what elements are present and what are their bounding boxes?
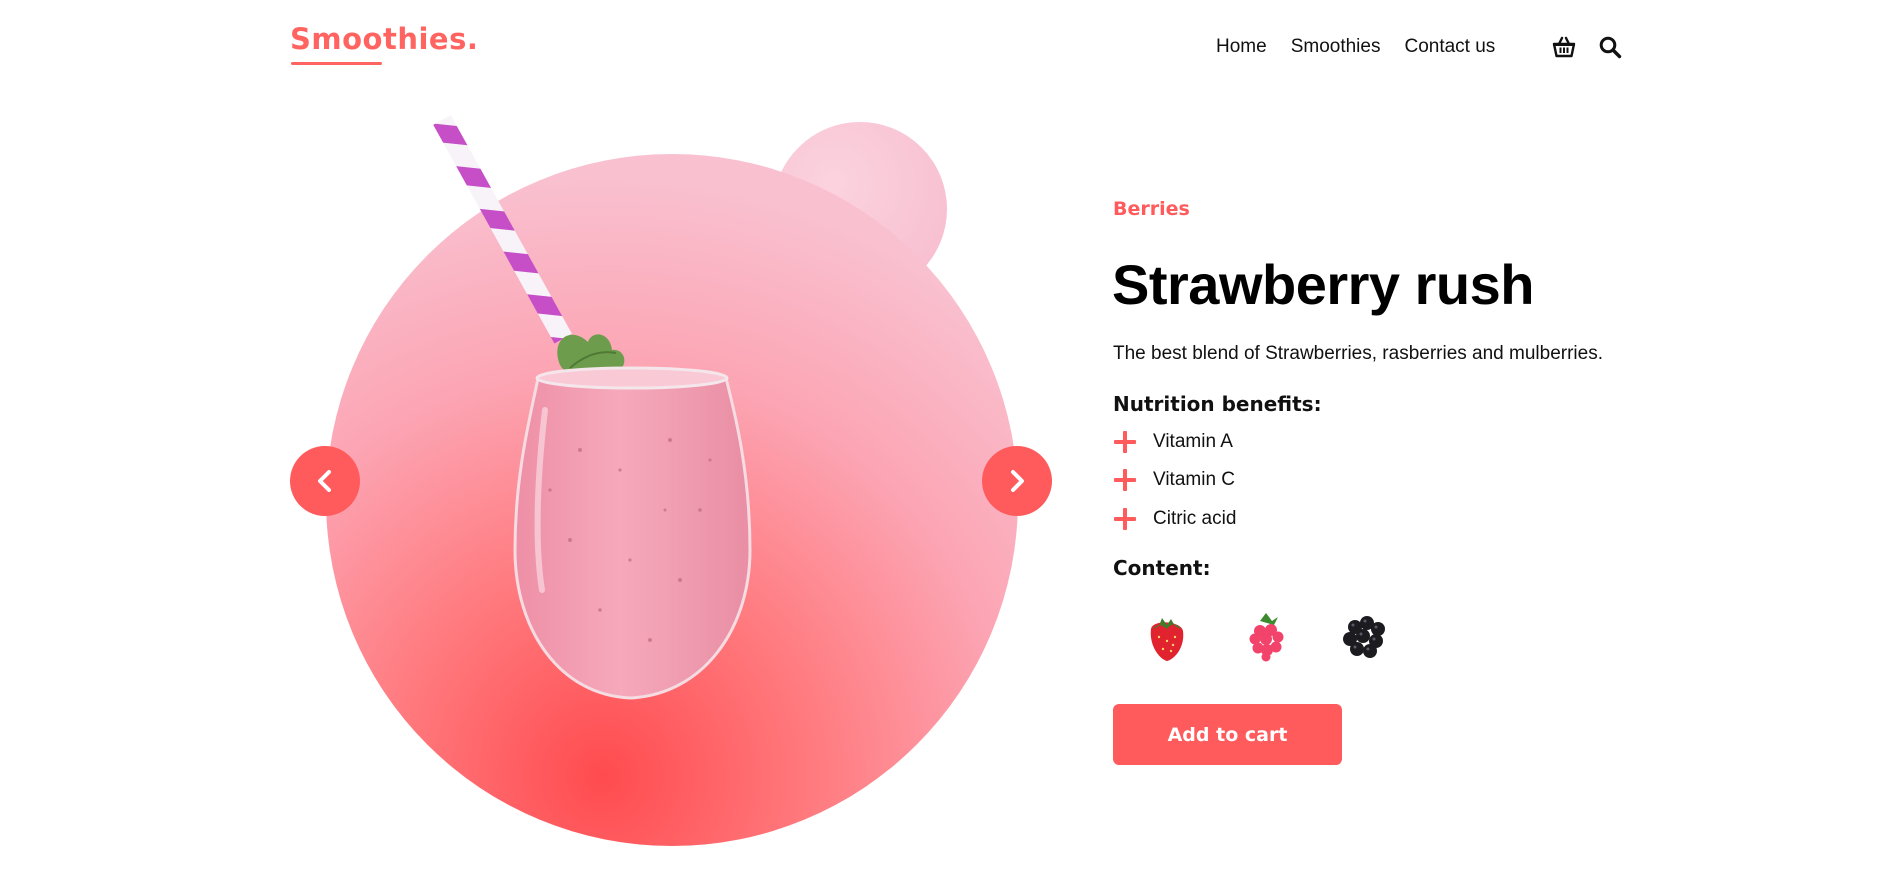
next-slide-button[interactable] xyxy=(982,446,1052,516)
product-category: Berries xyxy=(1113,198,1190,220)
benefit-label: Vitamin C xyxy=(1153,469,1236,490)
chevron-left-icon xyxy=(318,470,331,492)
nav-contact-link[interactable]: Contact us xyxy=(1404,36,1495,58)
basket-icon[interactable] xyxy=(1551,34,1577,60)
benefit-item: Vitamin A xyxy=(1113,430,1233,454)
product-title: Strawberry rush xyxy=(1112,253,1535,316)
smoothie-glass-image xyxy=(433,115,752,700)
benefit-label: Citric acid xyxy=(1153,508,1237,529)
logo-underline xyxy=(291,62,382,65)
benefit-item: Vitamin C xyxy=(1113,468,1235,492)
raspberry-icon xyxy=(1249,613,1284,662)
benefit-item: Citric acid xyxy=(1113,507,1236,531)
plus-icon xyxy=(1113,430,1137,454)
brand-logo[interactable]: Smoothies. xyxy=(290,22,478,56)
content-heading: Content: xyxy=(1113,556,1211,580)
chevron-right-icon xyxy=(1011,470,1024,492)
benefit-label: Vitamin A xyxy=(1153,431,1233,452)
nutrition-heading: Nutrition benefits: xyxy=(1113,392,1322,416)
plus-icon xyxy=(1113,468,1137,492)
strawberry-icon xyxy=(1150,618,1184,661)
product-description: The best blend of Strawberries, rasberri… xyxy=(1113,343,1604,364)
nav-smoothies-link[interactable]: Smoothies xyxy=(1291,36,1381,58)
main-nav: Home Smoothies Contact us xyxy=(1216,36,1495,58)
nav-home-link[interactable]: Home xyxy=(1216,36,1267,58)
previous-slide-button[interactable] xyxy=(290,446,360,516)
plus-icon xyxy=(1113,507,1137,531)
blackberry-icon xyxy=(1343,616,1385,658)
add-to-cart-button[interactable]: Add to cart xyxy=(1113,704,1342,765)
search-icon[interactable] xyxy=(1598,35,1622,59)
